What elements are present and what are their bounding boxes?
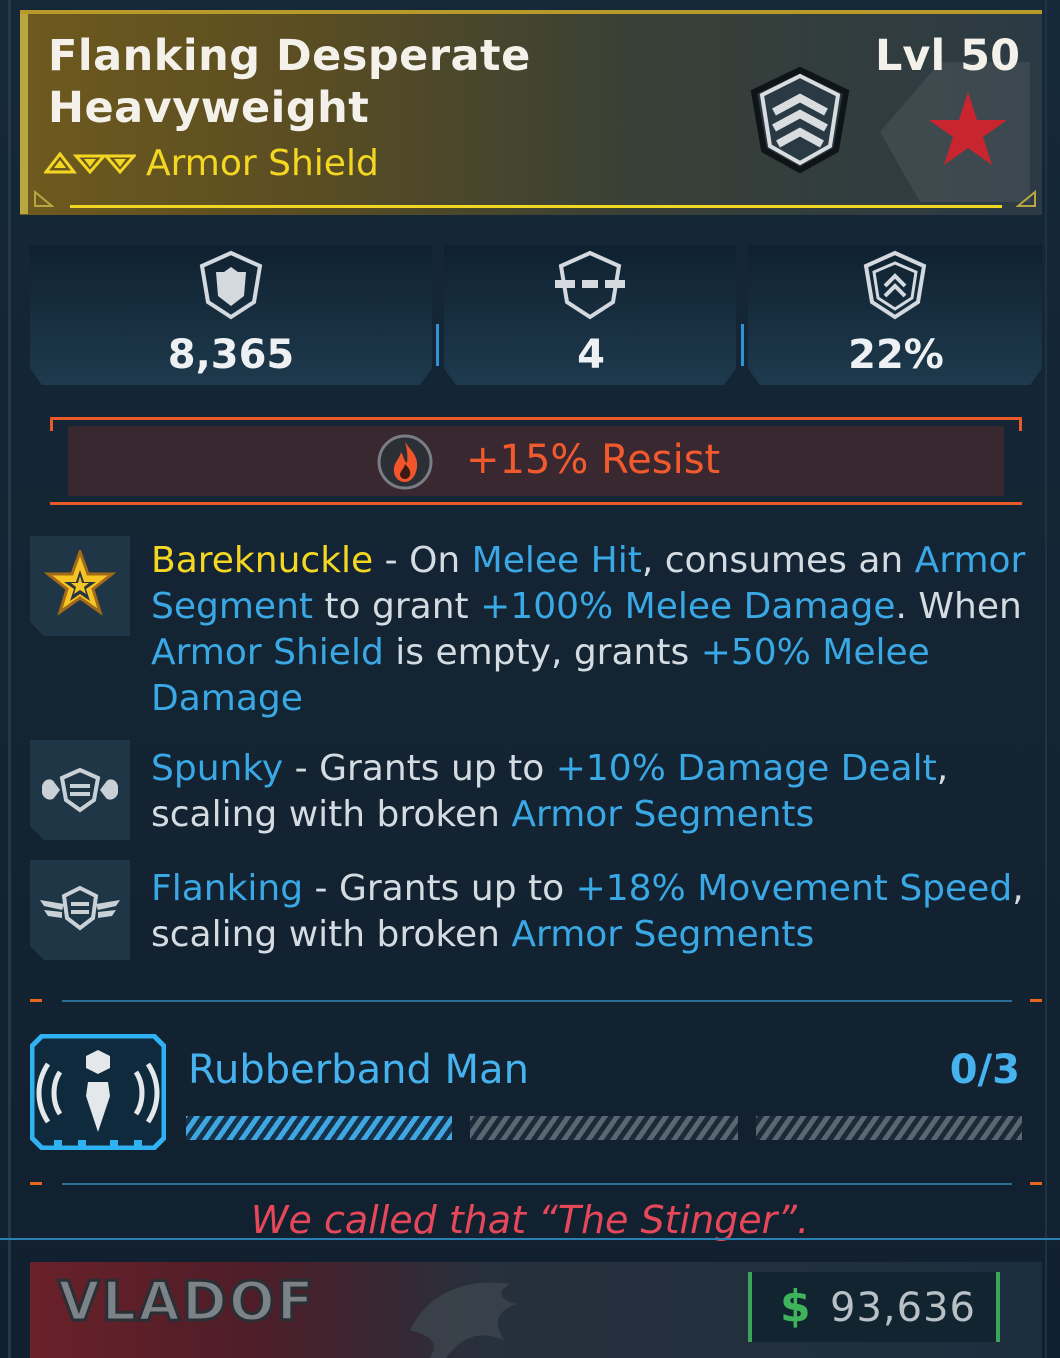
rubberband-radiating-icon xyxy=(30,1034,166,1150)
card-left-edge xyxy=(8,0,11,1358)
perk-flanking: Flanking - Grants up to +18% Movement Sp… xyxy=(151,868,1024,955)
rarity-chevrons-icon xyxy=(44,151,136,175)
perk-bareknuckle: Bareknuckle - On Melee Hit, consumes an … xyxy=(151,540,1026,719)
armor-segments-icon xyxy=(555,250,625,320)
section-dash xyxy=(30,999,42,1002)
card-right-edge xyxy=(1045,0,1047,1358)
stat-capacity-value: 8,365 xyxy=(167,332,295,378)
rarity-side-bar xyxy=(20,14,28,214)
ability-progress-segment-filled xyxy=(186,1116,452,1140)
ability-progress-segment-empty xyxy=(470,1116,738,1140)
footer-divider xyxy=(0,1238,1060,1240)
item-name: Flanking Desperate Heavyweight xyxy=(48,31,531,133)
corner-marker-icon xyxy=(34,190,54,207)
manufacturer-logo: VLADOF xyxy=(57,1269,316,1331)
manufacturer-eagle-icon xyxy=(410,1282,516,1358)
section-dash xyxy=(30,1182,42,1185)
item-type: Armor Shield xyxy=(146,143,379,184)
shield-rank-emblem-icon xyxy=(750,66,850,174)
star-badge-icon xyxy=(44,550,116,616)
section-divider xyxy=(62,1000,1012,1002)
price-value: 93,636 xyxy=(830,1285,976,1331)
ability-count: 0/3 xyxy=(949,1047,1020,1093)
svg-text:VLADOF: VLADOF xyxy=(58,1270,316,1330)
section-dash xyxy=(1030,1182,1042,1185)
stat-segments-value: 4 xyxy=(577,332,605,378)
stat-separator xyxy=(741,324,744,366)
corner-marker-icon xyxy=(1016,190,1036,207)
section-dash xyxy=(1030,999,1042,1002)
currency-icon: $ xyxy=(780,1281,811,1332)
perk-spunky: Spunky - Grants up to +10% Damage Dealt,… xyxy=(151,748,949,835)
fire-icon xyxy=(377,434,433,490)
element-resist-text: +15% Resist xyxy=(466,437,721,483)
header-divider xyxy=(70,205,1002,208)
flavor-text: We called that “The Stinger”. xyxy=(250,1198,810,1242)
item-level: Lvl 50 xyxy=(875,31,1020,81)
manufacturer-star-icon xyxy=(880,62,1030,202)
ability-progress-segment-empty xyxy=(756,1116,1022,1140)
recharge-icon xyxy=(863,250,927,320)
stat-recharge-value: 22% xyxy=(848,332,944,378)
ability-name: Rubberband Man xyxy=(188,1047,529,1093)
flexing-arms-shield-icon xyxy=(42,767,118,813)
shield-capacity-icon xyxy=(199,250,263,320)
perk-name: Flanking xyxy=(151,868,304,909)
perk-name: Bareknuckle xyxy=(151,540,374,581)
perk-name: Spunky xyxy=(151,748,284,789)
section-divider xyxy=(62,1183,1012,1185)
winged-shield-icon xyxy=(40,885,120,931)
stat-separator xyxy=(436,324,439,366)
